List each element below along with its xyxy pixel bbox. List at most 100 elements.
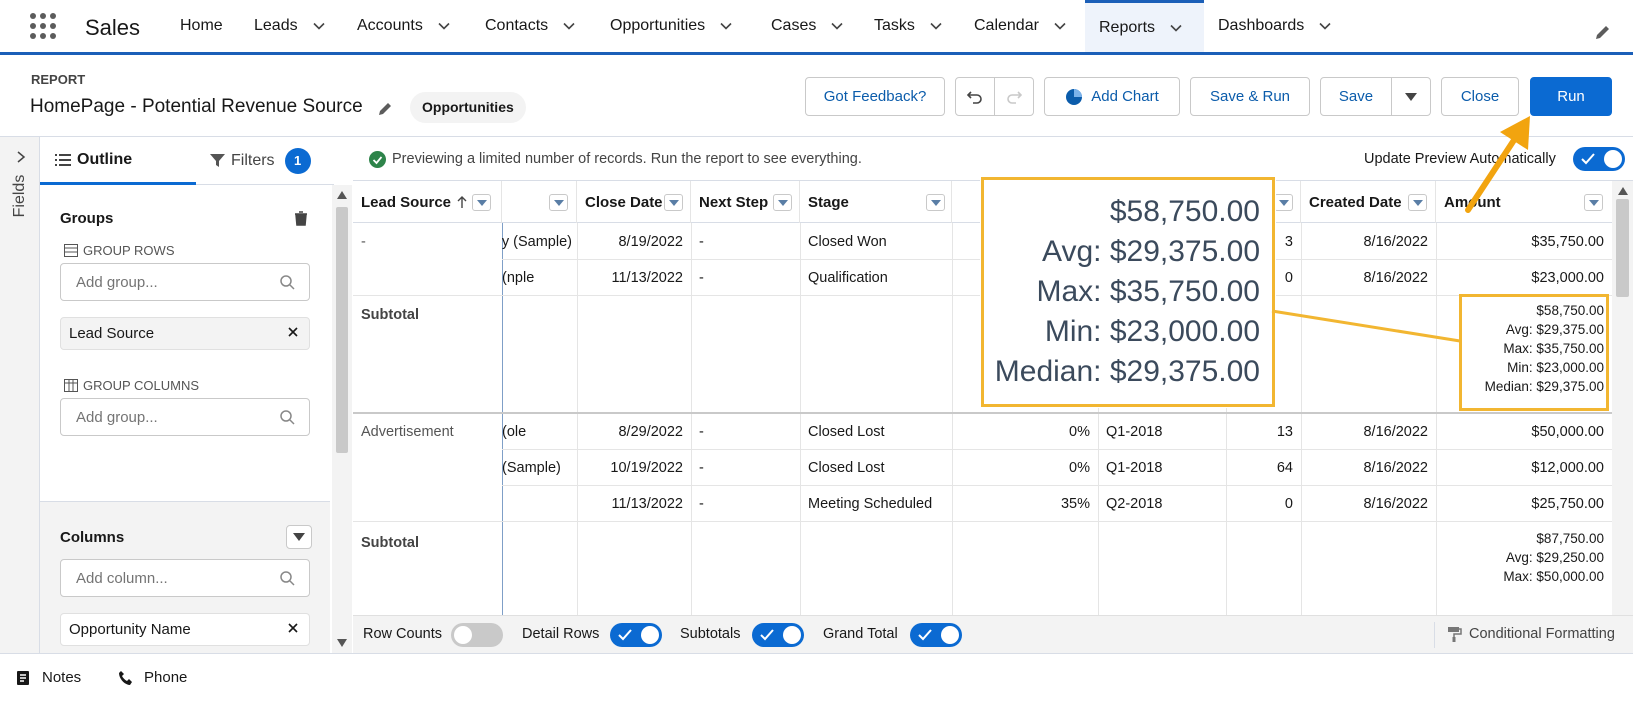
col-menu-button[interactable]: [1584, 194, 1603, 211]
app-launcher-icon[interactable]: [30, 13, 56, 39]
undo-button[interactable]: [955, 77, 995, 116]
conditional-formatting-button[interactable]: Conditional Formatting: [1448, 626, 1615, 642]
chevron-down-icon[interactable]: [1169, 21, 1183, 35]
cell-probability: 0%: [1069, 460, 1090, 476]
detail-rows-toggle[interactable]: [610, 623, 662, 647]
nav-item-calendar[interactable]: Calendar: [974, 0, 1067, 52]
group-rows-placeholder: Add group...: [76, 273, 158, 291]
tab-outline[interactable]: Outline: [40, 137, 196, 185]
remove-icon[interactable]: [287, 622, 299, 634]
nav-item-cases[interactable]: Cases: [771, 0, 844, 52]
trash-icon[interactable]: [294, 211, 308, 226]
col-menu-button[interactable]: [664, 194, 683, 211]
chevron-down-icon[interactable]: [1053, 19, 1067, 33]
save-button[interactable]: Save: [1320, 77, 1392, 116]
group-rows-input[interactable]: Add group...: [60, 263, 310, 301]
tab-filters[interactable]: Filters 1: [196, 137, 334, 185]
chevron-down-icon[interactable]: [830, 19, 844, 33]
cell-amount: $23,000.00: [1531, 270, 1604, 286]
group-label: Advertisement: [361, 424, 454, 440]
global-nav-bar: Sales Home Leads Accounts Contacts Oppor…: [0, 0, 1633, 55]
chevron-down-icon[interactable]: [312, 19, 326, 33]
cell-close-date: 11/13/2022: [611, 496, 684, 512]
group-row-pill-label: Lead Source: [69, 325, 155, 342]
check-icon: [618, 629, 632, 641]
col-menu-button[interactable]: [472, 194, 491, 211]
nav-item-dashboards[interactable]: Dashboards: [1218, 0, 1332, 52]
pencil-icon[interactable]: [1594, 23, 1612, 41]
caret-down-icon: [1405, 92, 1417, 101]
table-vertical-scrollbar[interactable]: [1612, 181, 1633, 631]
cell-created-date: 8/16/2022: [1363, 234, 1428, 250]
nav-item-contacts[interactable]: Contacts: [485, 0, 576, 52]
check-icon: [760, 629, 774, 641]
tab-outline-label: Outline: [77, 150, 133, 168]
panel-scrollbar[interactable]: [332, 185, 352, 653]
col-menu-button[interactable]: [926, 194, 945, 211]
scroll-up-icon[interactable]: [337, 191, 347, 199]
col-menu-button[interactable]: [773, 194, 792, 211]
remove-icon[interactable]: [287, 326, 299, 338]
nav-item-label: Dashboards: [1218, 17, 1305, 34]
panel-scroll-thumb[interactable]: [336, 207, 348, 453]
phone-icon: [119, 670, 132, 685]
scroll-down-icon[interactable]: [337, 639, 347, 647]
cell-fiscal-quarter: Q1-2018: [1106, 460, 1163, 476]
add-chart-button[interactable]: Add Chart: [1044, 77, 1180, 116]
save-options-dropdown[interactable]: [1391, 77, 1431, 116]
chevron-down-icon[interactable]: [437, 19, 451, 33]
group-rows-label: GROUP ROWS: [83, 243, 175, 258]
chevron-down-icon[interactable]: [1318, 19, 1332, 33]
cell-opportunity[interactable]: nple): [502, 270, 572, 286]
cell-amount: $35,750.00: [1531, 234, 1604, 250]
scroll-up-icon[interactable]: [1618, 187, 1628, 195]
update-preview-toggle[interactable]: [1573, 147, 1625, 171]
run-button[interactable]: Run: [1530, 77, 1612, 116]
cell-opportunity[interactable]: ole): [502, 424, 572, 440]
cell-opportunity[interactable]: (Sample): [502, 460, 572, 476]
nav-item-reports[interactable]: Reports: [1085, 0, 1204, 52]
table-vscroll-thumb[interactable]: [1616, 199, 1629, 297]
col-menu-button[interactable]: [1408, 194, 1427, 211]
callout-avg: Avg: $29,375.00: [1042, 235, 1260, 268]
add-column-input[interactable]: Add column...: [60, 559, 310, 597]
callout-max: Max: $35,750.00: [1036, 275, 1261, 308]
chevron-down-icon[interactable]: [562, 19, 576, 33]
notes-utility[interactable]: Notes: [16, 669, 81, 686]
nav-item-tasks[interactable]: Tasks: [874, 0, 943, 52]
group-row-pill[interactable]: Lead Source: [60, 317, 310, 350]
col-menu-button[interactable]: [549, 194, 568, 211]
chevron-down-icon[interactable]: [719, 19, 733, 33]
chevron-down-icon[interactable]: [929, 19, 943, 33]
cell-stage: Closed Lost: [808, 424, 885, 440]
cell-opportunity[interactable]: y (Sample): [502, 234, 572, 250]
edit-title-icon[interactable]: [378, 100, 394, 116]
columns-menu-button[interactable]: [286, 525, 312, 549]
subtotal-label: Subtotal: [361, 307, 419, 323]
grand-total-toggle[interactable]: [910, 623, 962, 647]
redo-button[interactable]: [994, 77, 1034, 116]
phone-utility[interactable]: Phone: [118, 669, 187, 686]
subtotals-toggle[interactable]: [752, 623, 804, 647]
chevron-right-icon[interactable]: [15, 151, 27, 163]
nav-item-opportunities[interactable]: Opportunities: [610, 0, 733, 52]
cell-stage: Qualification: [808, 270, 888, 286]
fields-rail[interactable]: Fields: [0, 137, 40, 653]
add-chart-label: Add Chart: [1091, 88, 1159, 105]
nav-item-label: Cases: [771, 17, 817, 34]
cell-probability: 35%: [1060, 496, 1090, 512]
list-icon: [55, 153, 71, 166]
cell-created-date: 8/16/2022: [1363, 270, 1428, 286]
nav-item-label: Reports: [1099, 18, 1156, 36]
row-counts-toggle[interactable]: [451, 623, 503, 647]
got-feedback-button[interactable]: Got Feedback?: [805, 77, 945, 116]
save-and-run-button[interactable]: Save & Run: [1190, 77, 1310, 116]
column-pill[interactable]: Opportunity Name: [60, 613, 310, 646]
nav-item-leads[interactable]: Leads: [254, 0, 326, 52]
nav-item-home[interactable]: Home: [180, 0, 223, 52]
conditional-formatting-label: Conditional Formatting: [1469, 626, 1615, 642]
col-menu-button[interactable]: [1274, 194, 1293, 211]
cell-amount: $12,000.00: [1531, 460, 1604, 476]
group-columns-input[interactable]: Add group...: [60, 398, 310, 436]
nav-item-accounts[interactable]: Accounts: [357, 0, 451, 52]
